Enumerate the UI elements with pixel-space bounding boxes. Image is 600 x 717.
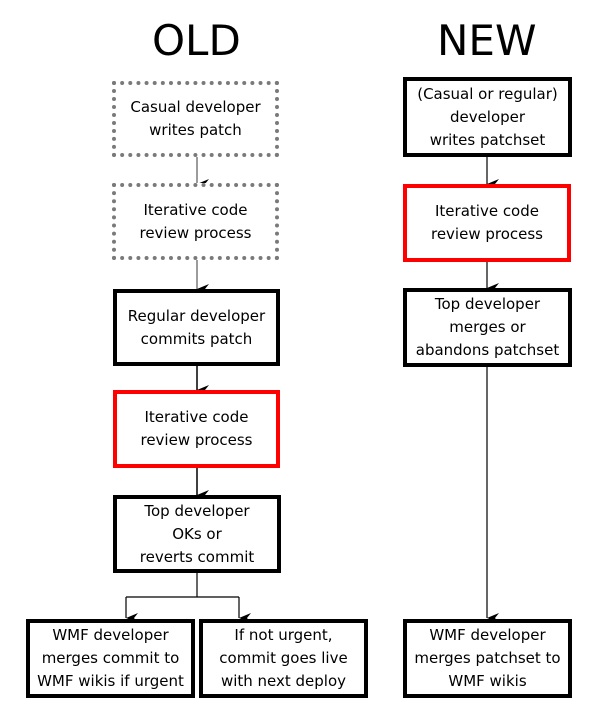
new-step-top-dev-merges-or-abandons: Top developer merges or abandons patchse… — [403, 288, 572, 367]
old-step-casual-dev-writes-patch: Casual developer writes patch — [112, 81, 279, 157]
new-step-code-review: Iterative code review process — [403, 184, 571, 262]
old-step-code-review-2: Iterative code review process — [113, 390, 280, 468]
old-branch-next-deploy: If not urgent, commit goes live with nex… — [199, 619, 368, 698]
old-branch-urgent-merge: WMF developer merges commit to WMF wikis… — [26, 619, 195, 698]
old-step-top-dev-oks-or-reverts: Top developer OKs or reverts commit — [113, 495, 281, 573]
old-step-code-review-1: Iterative code review process — [112, 183, 279, 260]
new-step-dev-writes-patchset: (Casual or regular) developer writes pat… — [403, 77, 572, 157]
old-step-regular-dev-commits: Regular developer commits patch — [113, 289, 280, 366]
old-branch-connector — [126, 571, 239, 598]
new-step-wmf-dev-merges: WMF developer merges patchset to WMF wik… — [403, 619, 572, 698]
